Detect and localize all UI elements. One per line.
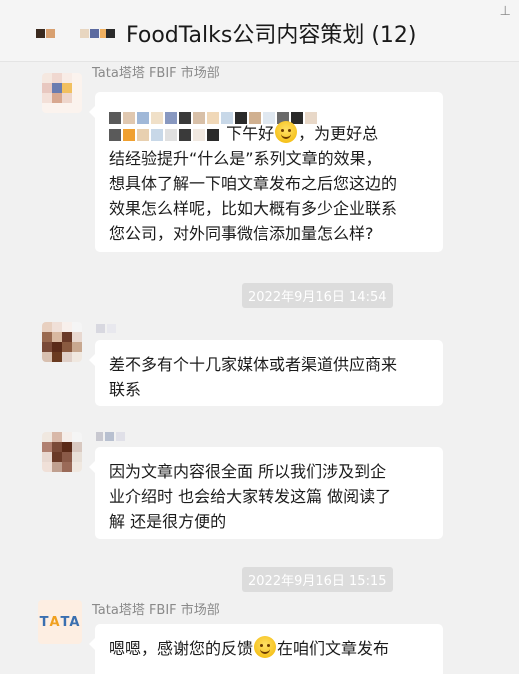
message-line: 差不多有个十几家媒体或者渠道供应商来	[109, 355, 398, 374]
message-text: ，为更好总	[298, 124, 379, 143]
sender-name: Tata塔塔 FBIF 市场部	[92, 603, 220, 618]
message-bubble[interactable]: 下午好 ，为更好总 结经验提升“什么是”系列文章的效果， 想具体了解一下咱文章发布…	[89, 92, 443, 252]
sender-name: Tata塔塔 FBIF 市场部	[92, 66, 220, 81]
message-line: 业介绍时 也会给大家转发这篇 做阅读了	[109, 487, 392, 506]
pin-icon[interactable]: ⊥	[500, 4, 511, 19]
message-bubble[interactable]: 嗯嗯，感谢您的反馈 在咱们文章发布	[89, 624, 443, 674]
redacted-mention-2	[109, 124, 221, 143]
smile-emoji-icon	[254, 636, 277, 658]
timestamp: 2022年9月16日 14:54	[242, 283, 393, 308]
timestamp: 2022年9月16日 15:15	[242, 567, 393, 592]
group-avatar-mosaic-3	[106, 23, 116, 42]
message-line: 您公司，对外同事微信添加量怎么样?	[109, 224, 374, 243]
message-bubble[interactable]: 差不多有个十几家媒体或者渠道供应商来 联系	[89, 340, 443, 406]
message-line: 结经验提升“什么是”系列文章的效果，	[109, 149, 382, 168]
redacted-mention	[109, 104, 429, 124]
message-bubble[interactable]: 因为文章内容很全面 所以我们涉及到企 业介绍时 也会给大家转发这篇 做阅读了 解…	[89, 447, 443, 539]
smile-emoji-icon	[275, 121, 298, 143]
avatar[interactable]	[42, 432, 82, 472]
chat-header: FoodTalks公司内容策划 (12) ⊥	[0, 0, 519, 62]
message-line: 联系	[109, 380, 142, 399]
message-line: 嗯嗯，感谢您的反馈 在咱们文章发布	[109, 636, 429, 661]
avatar[interactable]	[42, 73, 82, 113]
group-avatar-mosaic	[36, 23, 56, 42]
avatar[interactable]	[42, 322, 82, 362]
message-line: 解 还是很方便的	[109, 512, 227, 531]
message-line: 效果怎么样呢，比如大概有多少企业联系	[109, 199, 398, 218]
message-line: 因为文章内容很全面 所以我们涉及到企	[109, 462, 387, 481]
message-text: 在咱们文章发布	[277, 639, 390, 658]
message-line: 下午好 ，为更好总	[109, 121, 429, 146]
tata-avatar[interactable]: T A TA	[38, 600, 82, 644]
message-text: 嗯嗯，感谢您的反馈	[109, 639, 254, 658]
message-line: 想具体了解一下咱文章发布之后您这边的	[109, 174, 398, 193]
sender-name-redacted	[96, 318, 118, 337]
sender-name-redacted	[96, 426, 127, 445]
chat-title: FoodTalks公司内容策划 (12)	[126, 23, 417, 48]
message-text: 下午好	[226, 124, 275, 143]
